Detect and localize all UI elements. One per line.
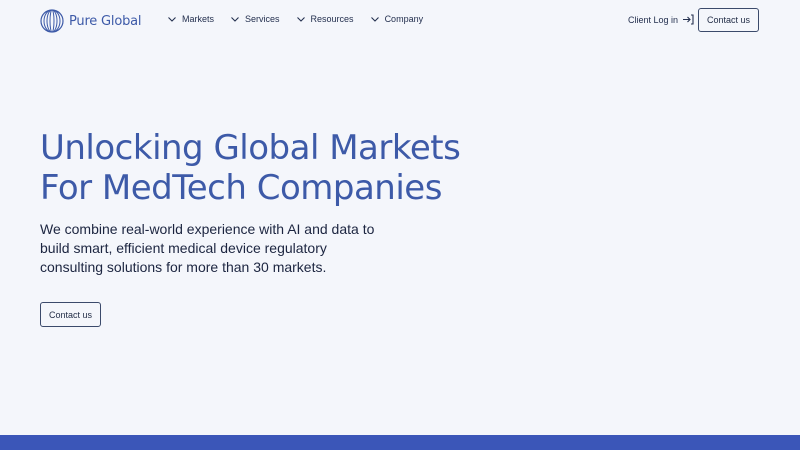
- bottom-color-band: [0, 435, 800, 450]
- header-contact-button[interactable]: Contact us: [698, 8, 759, 32]
- hero-subtitle: We combine real-world experience with AI…: [40, 220, 400, 277]
- nav-item-resources[interactable]: Resources: [296, 14, 354, 24]
- client-login-link[interactable]: Client Log in: [628, 14, 694, 25]
- chevron-down-icon: [168, 16, 176, 22]
- site-header: Pure Global Markets Services Resources C…: [0, 0, 800, 42]
- page: Pure Global Markets Services Resources C…: [0, 0, 800, 450]
- nav-item-company[interactable]: Company: [370, 14, 424, 24]
- chevron-down-icon: [296, 16, 305, 22]
- nav-item-markets[interactable]: Markets: [168, 14, 214, 24]
- login-arrow-icon: [683, 14, 694, 25]
- nav-item-label: Company: [384, 14, 424, 24]
- chevron-down-icon: [231, 16, 239, 22]
- hero-subtitle-line: consulting solutions for more than 30 ma…: [40, 259, 327, 275]
- nav-item-label: Markets: [182, 14, 215, 24]
- hero-subtitle-line: We combine real-world experience with AI…: [40, 221, 375, 237]
- main-nav: Markets Services Resources Company: [168, 14, 423, 24]
- hero-title: Unlocking Global Markets For MedTech Com…: [40, 128, 461, 208]
- globe-lines-icon: [40, 9, 64, 33]
- nav-item-label: Resources: [310, 14, 354, 24]
- hero-subtitle-line: build smart, efficient medical device re…: [40, 240, 327, 256]
- hero-title-line: Unlocking Global Markets: [40, 128, 461, 168]
- nav-item-services[interactable]: Services: [231, 14, 280, 24]
- client-login-label: Client Log in: [628, 14, 679, 25]
- logo[interactable]: Pure Global: [40, 9, 142, 33]
- logo-text: Pure Global: [69, 13, 142, 29]
- hero-contact-button[interactable]: Contact us: [40, 302, 101, 327]
- nav-item-label: Services: [245, 14, 280, 24]
- hero-title-line: For MedTech Companies: [40, 168, 442, 208]
- chevron-down-icon: [370, 16, 379, 22]
